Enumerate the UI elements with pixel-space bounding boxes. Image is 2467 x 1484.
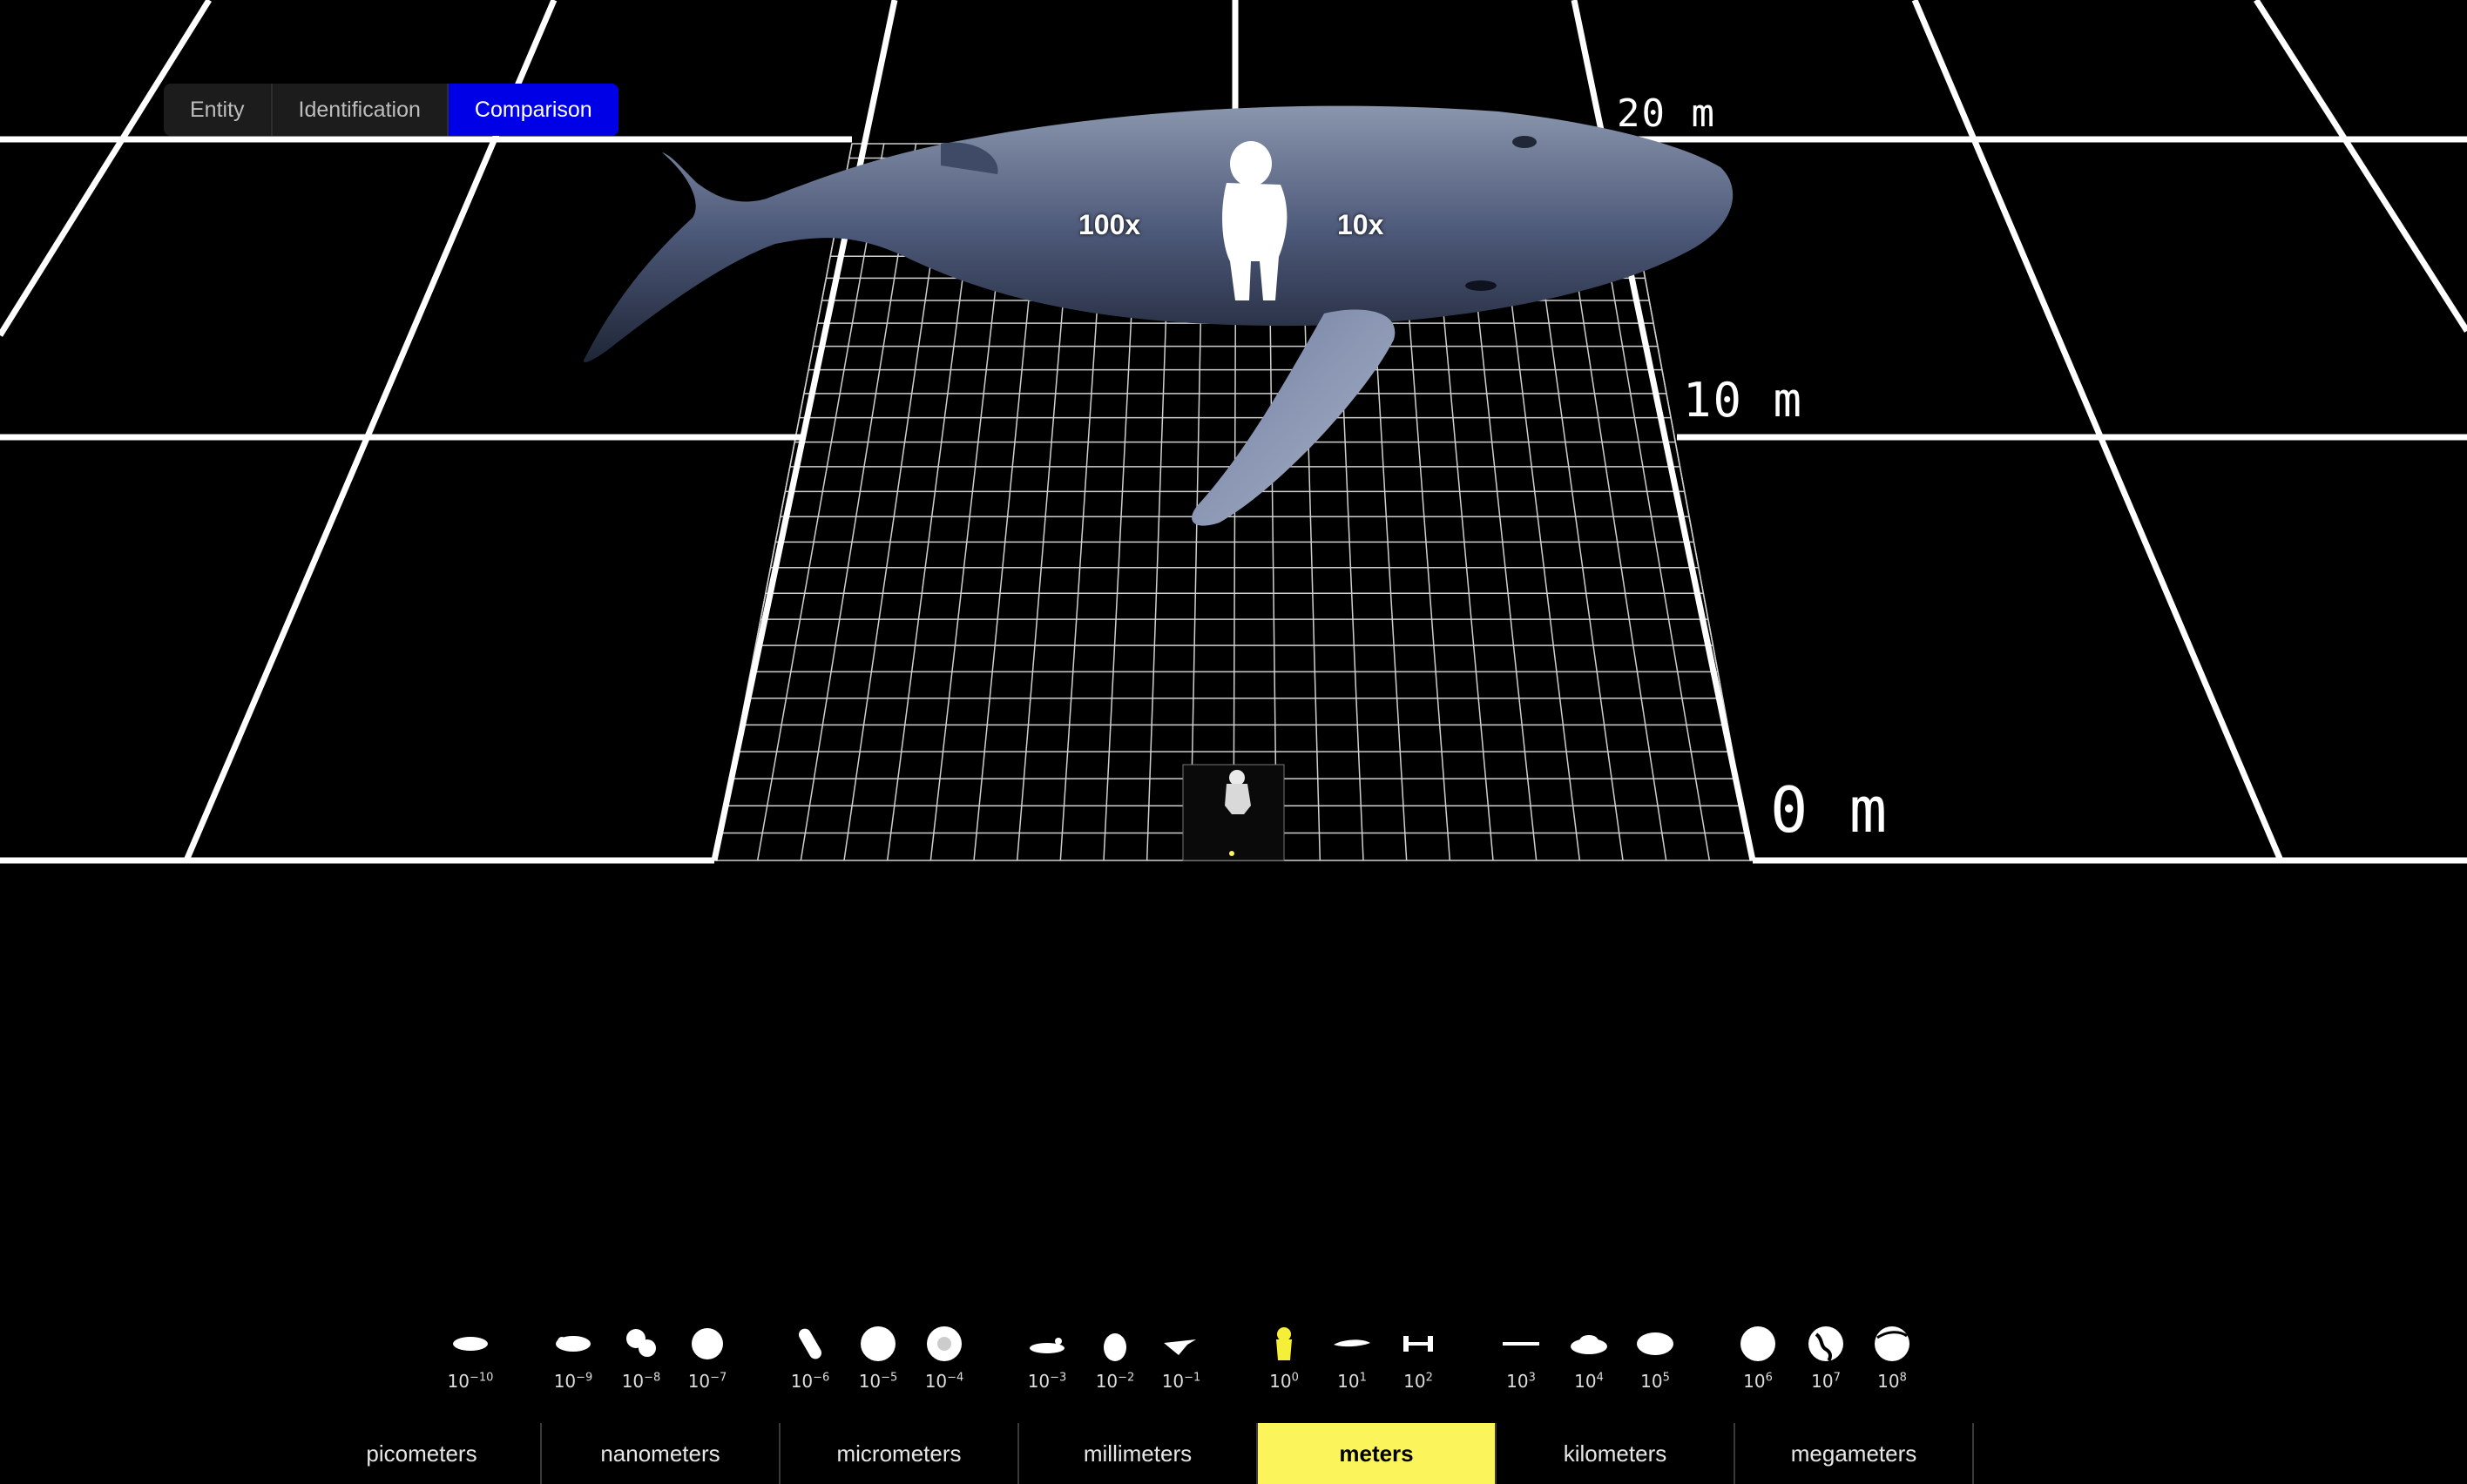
scale-exponent-label: 102 — [1403, 1371, 1433, 1392]
comparison-label-100x: 100x — [1078, 209, 1141, 240]
scale-exponent-label: 101 — [1337, 1371, 1367, 1392]
hummingbird-icon — [1161, 1324, 1201, 1364]
unit-picometers[interactable]: picometers — [303, 1423, 542, 1484]
scale-exponent-label: 10−2 — [1095, 1371, 1135, 1392]
virus-icon — [687, 1324, 727, 1364]
scale-item-1[interactable]: 101 — [1324, 1324, 1380, 1392]
view-mode-tabs: Entity Identification Comparison — [164, 84, 618, 136]
scale-exponent-label: 10−8 — [621, 1371, 661, 1392]
unit-tabs: picometers nanometers micrometers millim… — [303, 1423, 1974, 1484]
scale-exponent-label: 106 — [1743, 1371, 1773, 1392]
scale-item-neg4[interactable]: 10−4 — [916, 1324, 972, 1392]
comparison-label-10x: 10x — [1337, 209, 1384, 240]
scale-item-4[interactable]: 104 — [1561, 1324, 1617, 1392]
egg-cell-icon — [924, 1324, 964, 1364]
acorn-icon — [1095, 1324, 1135, 1364]
scale-item-0[interactable]: 100 — [1256, 1324, 1312, 1392]
scale-exponent-label: 10−9 — [553, 1371, 593, 1392]
atom-icon — [450, 1324, 490, 1364]
scale-exponent-label: 100 — [1269, 1371, 1299, 1392]
earth-icon — [1806, 1324, 1846, 1364]
space-station-icon — [1398, 1324, 1438, 1364]
scale-item-6[interactable]: 106 — [1730, 1324, 1786, 1392]
scale-exponent-label: 10−10 — [447, 1371, 494, 1392]
scale-exponent-label: 10−1 — [1161, 1371, 1201, 1392]
scale-item-neg9[interactable]: 10−9 — [545, 1324, 601, 1392]
scale-exponent-label: 108 — [1877, 1371, 1907, 1392]
scale-item-5[interactable]: 105 — [1627, 1324, 1683, 1392]
unit-kilometers[interactable]: kilometers — [1497, 1423, 1735, 1484]
scale-item-neg5[interactable]: 10−5 — [850, 1324, 906, 1392]
perspective-grid-scene[interactable] — [0, 0, 2467, 1484]
scale-exponent-label: 10−5 — [858, 1371, 898, 1392]
cell-icon — [858, 1324, 898, 1364]
scale-item-neg7[interactable]: 10−7 — [679, 1324, 735, 1392]
unit-meters[interactable]: meters — [1258, 1423, 1497, 1484]
grid-label-10m: 10 m — [1683, 373, 1804, 428]
unit-megameters[interactable]: megameters — [1735, 1423, 1974, 1484]
scale-exponent-label: 104 — [1574, 1371, 1604, 1392]
city-icon — [1569, 1324, 1609, 1364]
unit-nanometers[interactable]: nanometers — [542, 1423, 781, 1484]
whale-icon — [1332, 1324, 1372, 1364]
scale-item-8[interactable]: 108 — [1864, 1324, 1920, 1392]
planet-icon — [1872, 1324, 1912, 1364]
airship-icon — [1501, 1324, 1541, 1364]
tab-entity[interactable]: Entity — [164, 84, 273, 136]
tab-comparison[interactable]: Comparison — [448, 84, 618, 136]
scale-exponent-label: 107 — [1811, 1371, 1841, 1392]
scale-item-neg8[interactable]: 10−8 — [613, 1324, 669, 1392]
moon-icon — [1738, 1324, 1778, 1364]
scale-exponent-label: 10−3 — [1027, 1371, 1067, 1392]
island-icon — [1635, 1324, 1675, 1364]
scale-item-neg6[interactable]: 10−6 — [782, 1324, 838, 1392]
scale-exponent-label: 10−4 — [924, 1371, 964, 1392]
scale-exponent-label: 10−6 — [790, 1371, 830, 1392]
tab-identification[interactable]: Identification — [273, 84, 449, 136]
scale-item-7[interactable]: 107 — [1798, 1324, 1854, 1392]
scale-item-neg2[interactable]: 10−2 — [1087, 1324, 1143, 1392]
scale-item-3[interactable]: 103 — [1493, 1324, 1549, 1392]
scale-selector: 10−10 10−9 10−8 10−7 10−6 10−5 10−4 10−3 10−2 10−… — [0, 1324, 2467, 1413]
virus-cluster-icon — [621, 1324, 661, 1364]
unit-millimeters[interactable]: millimeters — [1019, 1423, 1258, 1484]
scale-item-neg3[interactable]: 10−3 — [1019, 1324, 1075, 1392]
grid-label-0m: 0 m — [1770, 773, 1889, 847]
scale-exponent-label: 105 — [1640, 1371, 1670, 1392]
astronaut-icon — [1264, 1324, 1304, 1364]
scale-item-2[interactable]: 102 — [1390, 1324, 1446, 1392]
scale-item-neg1[interactable]: 10−1 — [1153, 1324, 1209, 1392]
ant-icon — [1027, 1324, 1067, 1364]
molecule-icon — [553, 1324, 593, 1364]
grid-label-20m: 20 m — [1617, 91, 1716, 136]
astronaut-model[interactable] — [1182, 764, 1285, 861]
scale-exponent-label: 10−7 — [687, 1371, 727, 1392]
unit-micrometers[interactable]: micrometers — [781, 1423, 1019, 1484]
bacterium-icon — [790, 1324, 830, 1364]
scale-exponent-label: 103 — [1506, 1371, 1536, 1392]
scale-item-neg10[interactable]: 10−10 — [443, 1324, 498, 1392]
